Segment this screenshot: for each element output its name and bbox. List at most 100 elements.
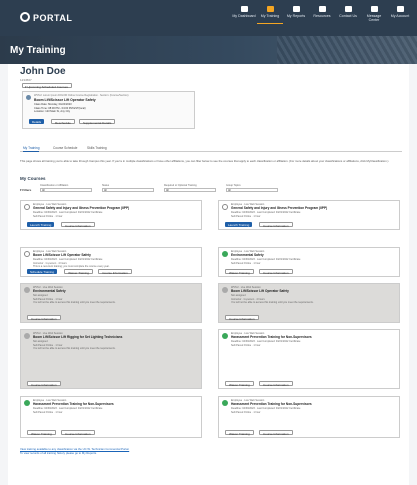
- logo-mark-icon: [20, 12, 30, 22]
- launch-trainingbutton[interactable]: Launch Training: [27, 222, 55, 227]
- nav-my-training[interactable]: My Training: [257, 6, 283, 24]
- tab-skills-training[interactable]: Skills Training: [87, 146, 107, 152]
- waiver-trainingbutton[interactable]: Waiver Training: [225, 269, 254, 275]
- training-notice: This page shows all training you're able…: [20, 159, 389, 163]
- dashboard-icon: [240, 6, 248, 12]
- course-card: Employee · Live Web Session Environmental…: [218, 247, 400, 277]
- waiver-trainingbutton[interactable]: Waiver Training: [64, 269, 93, 275]
- course-informationbutton[interactable]: Course Information: [27, 381, 61, 387]
- user-id: 1234567: [20, 78, 32, 82]
- my-courses-heading: My Courses: [20, 176, 46, 181]
- course-card: WVSU · Live Web Session Boom Lift/Scissor…: [218, 283, 400, 323]
- footer-links: View training available to any classific…: [20, 447, 129, 455]
- pending-status-icon: [24, 204, 30, 210]
- filter-required-select[interactable]: All: [164, 187, 216, 192]
- waiver-trainingbutton[interactable]: Waiver Training: [225, 381, 254, 387]
- filters-bar: ▾ Filters Classification or Affiliation …: [20, 184, 400, 194]
- view-reports-note: To view records of all training history …: [20, 451, 97, 455]
- course-note: You will not be able to access this trai…: [231, 301, 314, 304]
- course-title: Harassment Prevention Training for Non-S…: [231, 402, 312, 406]
- unavailable-status-icon: [24, 287, 30, 293]
- scheduled-course-card: WVSU: Lorem Ipsum DOLOR Online Course Re…: [22, 91, 195, 129]
- page-hero: My Training: [0, 36, 417, 64]
- training-tabs: My Training Course Schedule Skills Train…: [20, 144, 402, 152]
- page-title: My Training: [10, 45, 66, 56]
- launch-trainingbutton[interactable]: Launch Training: [225, 222, 253, 227]
- course-card: Employee · Live Web Session Boom Lift/Sci…: [20, 247, 202, 277]
- nav-my-account[interactable]: My Account: [387, 6, 413, 24]
- account-icon: [396, 6, 404, 12]
- main-nav: My Dashboard My Training My Reports Reso…: [231, 6, 413, 24]
- completed-check-icon: [222, 333, 228, 339]
- course-card: Employee · Live Web Session Harassment Pr…: [218, 329, 400, 389]
- details-button[interactable]: Details: [29, 119, 45, 124]
- course-title: General Safety and Injury and Illness Pr…: [231, 206, 328, 210]
- course-informationbutton[interactable]: Course Information: [259, 430, 293, 436]
- course-title: Harassment Prevention Training for Non-S…: [33, 402, 114, 406]
- course-format: Self-Paced Online · 1 hour: [231, 214, 261, 218]
- top-nav-bar: PORTAL My Dashboard My Training My Repor…: [0, 0, 417, 36]
- course-title: General Safety and Injury and Illness Pr…: [33, 206, 130, 210]
- course-format: Self-Paced Online · 1 hour: [231, 410, 261, 414]
- main-content: John Doe 1234567 ▾ Upcoming Scheduled Co…: [8, 64, 409, 485]
- completed-check-icon: [222, 400, 228, 406]
- filter-status-select[interactable]: All: [102, 187, 154, 192]
- course-informationbutton[interactable]: Course Information: [27, 315, 61, 321]
- unavailable-status-icon: [24, 333, 30, 339]
- course-informationbutton[interactable]: Course Information: [259, 222, 293, 228]
- course-informationbutton[interactable]: Course Information: [225, 315, 259, 321]
- hero-background-texture: [277, 36, 417, 64]
- filters-label: ▾ Filters: [20, 187, 32, 192]
- resources-icon: [318, 6, 326, 12]
- completed-check-icon: [222, 251, 228, 257]
- course-informationbutton[interactable]: Course Information: [259, 269, 293, 275]
- course-informationbutton[interactable]: Course Information: [61, 430, 95, 436]
- course-card: Employee · Live Web Session General Safet…: [20, 200, 202, 230]
- course-informationbutton[interactable]: Course Information: [259, 381, 293, 387]
- contact-icon: [344, 6, 352, 12]
- unavailable-status-icon: [222, 287, 228, 293]
- filter-classification-select[interactable]: All: [40, 187, 92, 192]
- nav-my-dashboard[interactable]: My Dashboard: [231, 6, 257, 24]
- scheduled-course-location: Location: 123 Main St, Any City: [34, 110, 71, 113]
- course-card: Employee · Live Web Session General Safet…: [218, 200, 400, 230]
- course-informationbutton[interactable]: Course Information: [61, 222, 95, 228]
- supplemental-details-button[interactable]: Supplemental Details: [79, 119, 116, 125]
- schedule-trainingbutton[interactable]: Schedule Training: [27, 269, 58, 274]
- nav-resources[interactable]: Resources: [309, 6, 335, 24]
- course-title: Environmental Safety: [33, 289, 66, 293]
- nav-my-reports[interactable]: My Reports: [283, 6, 309, 24]
- course-card: WVSU · Live Web Session Boom Lift/Scissor…: [20, 329, 202, 389]
- course-note: You will not be able to access this trai…: [33, 301, 116, 304]
- reschedule-button[interactable]: Reschedule: [51, 119, 75, 125]
- course-card: WVSU · Live Web Session Environmental Saf…: [20, 283, 202, 323]
- message-icon: [370, 6, 378, 12]
- course-format: Self-Paced Online · 1 hour: [231, 261, 261, 265]
- pending-status-icon: [222, 204, 228, 210]
- tab-my-training[interactable]: My Training: [23, 146, 40, 152]
- course-format: Self-Paced Online · 1 hour: [33, 410, 63, 414]
- course-title: Boom Lift/Scissor Lift Operator Safety: [33, 253, 91, 257]
- course-note: This is a recurrent training; you must c…: [33, 265, 110, 268]
- course-format: Self-Paced Online · 1 hour: [33, 214, 63, 218]
- completed-check-icon: [24, 400, 30, 406]
- course-informationbutton[interactable]: Course Information: [98, 269, 132, 275]
- course-type-icon: [26, 95, 31, 100]
- course-card: Employee · Live Web Session Harassment Pr…: [20, 396, 202, 438]
- scheduled-course-title: Boom Lift/Scissor Lift Operator Safety: [34, 97, 96, 102]
- course-title: Boom Lift/Scissor Lift Operator Safety: [231, 289, 289, 293]
- nav-contact-us[interactable]: Contact Us: [335, 6, 361, 24]
- waiver-trainingbutton[interactable]: Waiver Training: [27, 430, 56, 436]
- portal-logo[interactable]: PORTAL: [20, 12, 72, 23]
- tab-course-schedule[interactable]: Course Schedule: [53, 146, 77, 152]
- course-card: Employee · Live Web Session Harassment Pr…: [218, 396, 400, 438]
- course-note: You will not be able to access this trai…: [33, 347, 116, 350]
- course-title: Harassment Prevention Training for Non-S…: [231, 335, 312, 339]
- waiver-trainingbutton[interactable]: Waiver Training: [225, 430, 254, 436]
- course-title: Environmental Safety: [231, 253, 264, 257]
- nav-message-center[interactable]: Message Center: [361, 6, 387, 24]
- pending-status-icon: [24, 251, 30, 257]
- user-name: John Doe: [20, 66, 66, 77]
- filter-group-select[interactable]: All: [226, 187, 278, 192]
- upcoming-courses-toggle[interactable]: ▾ Upcoming Scheduled Courses: [22, 83, 72, 89]
